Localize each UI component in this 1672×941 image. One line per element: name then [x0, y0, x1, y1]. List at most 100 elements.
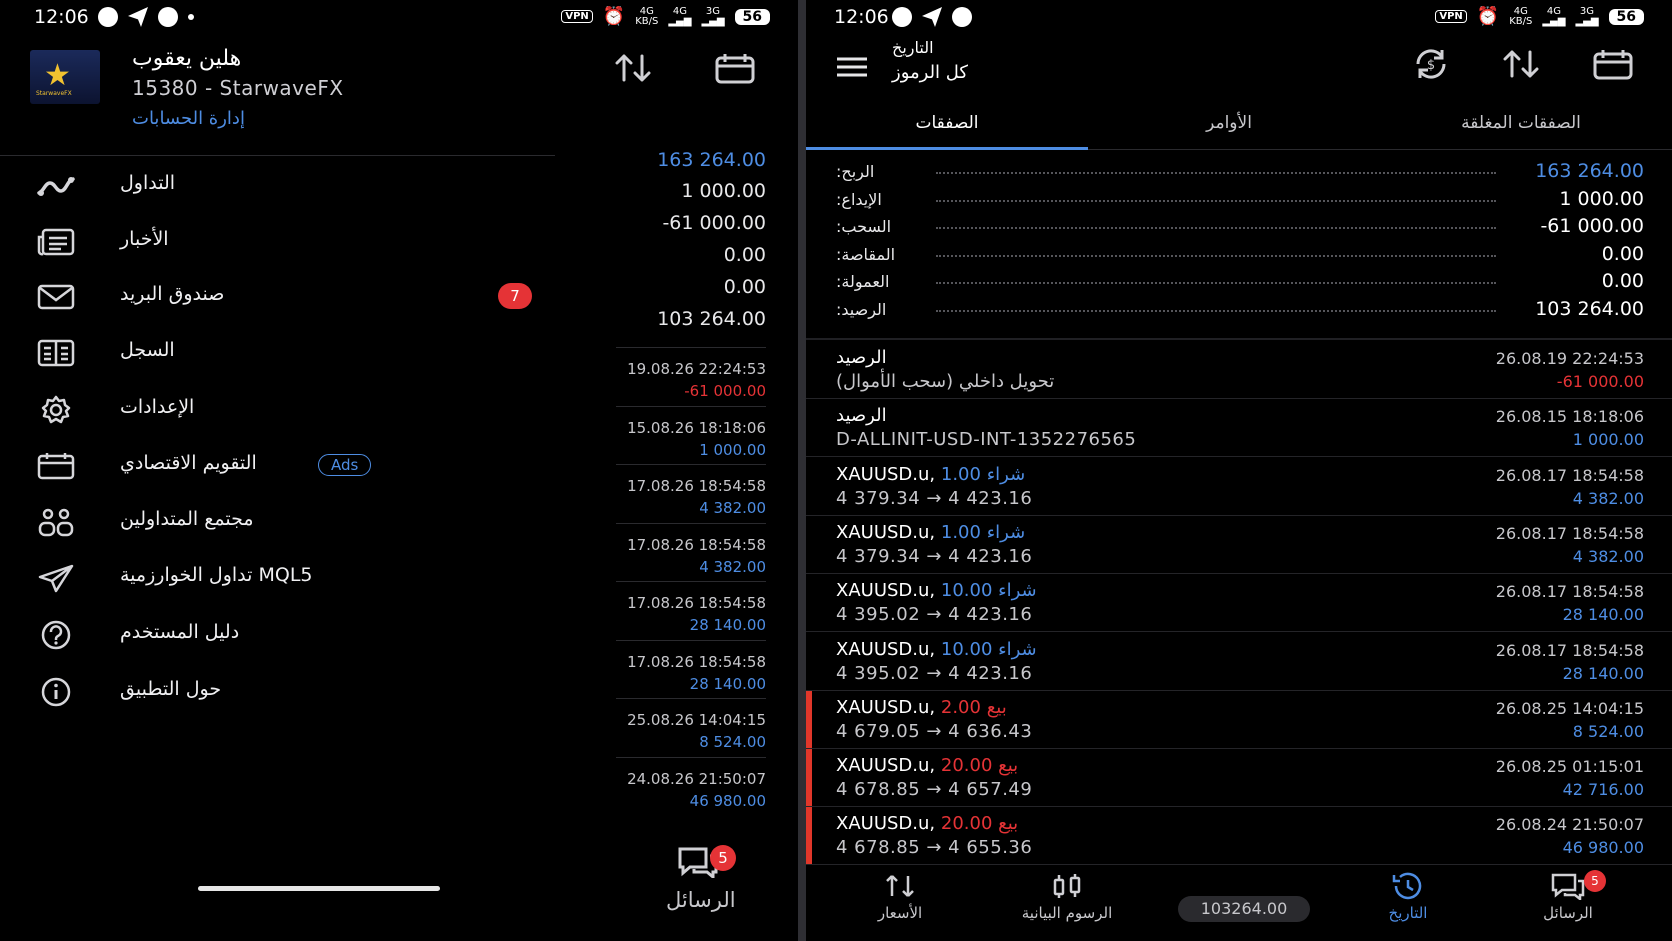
tab-deals[interactable]: الصفقات [806, 113, 1088, 133]
calendar-period-icon[interactable] [714, 50, 756, 86]
sort-icon[interactable] [612, 50, 654, 86]
deal-title: الرصيد [836, 347, 887, 368]
telegram-notification-icon [952, 7, 972, 27]
menu-label: حول التطبيق [120, 678, 222, 700]
hamburger-menu-icon[interactable] [836, 56, 868, 78]
dotted-leader [936, 227, 1496, 229]
trade-deal-row[interactable]: XAUUSD.u, شراء 1.00 4 379.34 → 4 423.16 26… [806, 458, 1672, 516]
balance-deal-row[interactable]: الرصيد D-ALLINIT-USD-INT-1352276565 26.08.… [806, 399, 1672, 458]
status-time: 12:06 [834, 6, 889, 28]
menu-item-journal[interactable]: السجل [0, 327, 555, 379]
deal-row[interactable]: 17.08.26 18:54:58 28 140.00 [616, 639, 766, 698]
deal-row[interactable]: 17.08.26 18:54:58 28 140.00 [616, 581, 766, 639]
deal-detail: 4 379.34 → 4 423.16 [836, 545, 1033, 567]
deal-date: 26.08.17 18:54:58 [1495, 523, 1644, 543]
deal-row[interactable]: 15.08.26 18:18:06 1 000.00 [616, 405, 766, 464]
trade-deal-row[interactable]: XAUUSD.u, بيع 2.00 4 679.05 → 4 636.43 26.… [806, 690, 1672, 749]
deal-date: 26.08.25 01:15:01 [1495, 757, 1644, 777]
menu-item-economic-calendar[interactable]: التقويم الاقتصادي Ads [0, 440, 555, 492]
trade-deal-row[interactable]: XAUUSD.u, شراء 10.00 4 395.02 → 4 423.16 2… [806, 633, 1672, 691]
signal-4g-icon: 4G ▂▄▆ [1542, 5, 1566, 27]
vpn-icon: VPN [1435, 10, 1467, 23]
deal-row[interactable]: 17.08.26 18:54:58 4 382.00 [616, 522, 766, 581]
deal-date: 26.08.24 21:50:07 [1495, 815, 1644, 835]
summary-commission-value: 0.00 [723, 276, 766, 298]
summary-row: :العمولة 0.00 [806, 270, 1672, 298]
deal-amount: 28 140.00 [689, 674, 766, 693]
refresh-currency-icon[interactable]: $ [1410, 46, 1452, 82]
trade-deal-row[interactable]: XAUUSD.u, شراء 1.00 4 379.34 → 4 423.16 26… [806, 516, 1672, 574]
sell-indicator-bar [806, 807, 812, 865]
summary-label: :الرصيد [836, 299, 887, 319]
deal-row[interactable]: 25.08.26 14:04:15 8 524.00 [616, 698, 766, 756]
page-title: التاريخ [892, 38, 934, 57]
dotted-leader [936, 199, 1496, 202]
network-speed: 4G KB/S [1509, 5, 1533, 27]
deal-date: 19.08.26 22:24:53 [627, 360, 766, 378]
chat-bubble-icon [1551, 873, 1585, 900]
deal-amount: 42 716.00 [1562, 780, 1644, 800]
summary-value: 1 000.00 [1559, 187, 1644, 210]
trade-deal-row[interactable]: XAUUSD.u, بيع 20.00 4 678.85 → 4 655.36 26… [806, 807, 1672, 866]
status-bar: 12:06 VPN ⏰ 4G KB/S 4G ▂▄▆ 3G ▂▄▆ 56 [806, 0, 1672, 36]
menu-item-about[interactable]: حول التطبيق [0, 666, 555, 718]
deal-row[interactable]: 17.08.26 18:54:58 4 382.00 [616, 464, 766, 522]
trade-deal-row[interactable]: XAUUSD.u, بيع 20.00 4 678.85 → 4 657.49 26… [806, 749, 1672, 808]
tab-orders[interactable]: الأوامر [1088, 113, 1370, 133]
nav-charts[interactable]: الرسوم البيانية [992, 872, 1142, 922]
notification-icons [892, 7, 972, 27]
nav-history[interactable]: التاريخ [1368, 872, 1448, 922]
summary-row: :الرصيد 103 264.00 [806, 298, 1672, 326]
symbol-filter[interactable]: كل الرموز [892, 62, 968, 83]
deal-date: 26.08.25 14:04:15 [1495, 698, 1644, 718]
home-indicator[interactable] [198, 886, 440, 891]
deal-amount: 4 382.00 [1572, 546, 1644, 566]
deal-detail: 4 379.34 → 4 423.16 [836, 487, 1033, 509]
deal-symbol: XAUUSD.u, [836, 638, 936, 660]
send-notification-icon [922, 7, 942, 27]
deal-symbol: XAUUSD.u, [836, 755, 936, 777]
sort-icon[interactable] [1500, 46, 1542, 82]
summary-label: :العمولة [836, 272, 890, 291]
nav-quotes[interactable]: الأسعار [860, 872, 940, 922]
dotted-leader [936, 309, 1496, 312]
deal-symbol: XAUUSD.u, [836, 813, 936, 835]
summary-value: 0.00 [1601, 242, 1644, 265]
menu-item-traders-community[interactable]: مجتمع المتداولين [0, 496, 555, 548]
history-tabs: الصفقات الأوامر الصفقات المغلقة [806, 105, 1672, 150]
signal-4g-icon: 4G ▂▄▆ [668, 5, 692, 27]
balance-deal-row[interactable]: الرصيد تحويل داخلي (سحب الأموال) 26.08.19 … [806, 341, 1672, 399]
deal-amount: 46 980.00 [689, 791, 766, 810]
deal-amount: -61 000.00 [1556, 372, 1644, 391]
deal-row[interactable]: 19.08.26 22:24:53 -61 000.00 [616, 347, 766, 405]
more-notifications-icon [188, 14, 194, 20]
sell-indicator-bar [806, 749, 812, 807]
account-number-server: 15380 - StarwaveFX [132, 76, 344, 100]
deal-amount: 28 140.00 [689, 616, 766, 634]
menu-item-mailbox[interactable]: صندوق البريد 7 [0, 271, 555, 323]
ads-tag: Ads [318, 454, 372, 476]
balance-pill: 103264.00 [1178, 896, 1310, 922]
battery-icon: 56 [734, 8, 770, 25]
deal-amount: 4 382.00 [1572, 488, 1644, 508]
menu-item-settings[interactable]: الإعدادات [0, 384, 555, 436]
manage-accounts-link[interactable]: إدارة الحسابات [132, 108, 245, 129]
deal-row[interactable]: 24.08.26 21:50:07 46 980.00 [616, 756, 766, 815]
menu-item-mql5-algo-trading[interactable]: تداول الخوارزمية MQL5 [0, 552, 555, 604]
calendar-period-icon[interactable] [1592, 46, 1634, 82]
deal-symbol: XAUUSD.u, [836, 696, 936, 718]
deal-symbol: XAUUSD.u, [836, 521, 936, 543]
menu-item-user-guide[interactable]: دليل المستخدم [0, 609, 555, 661]
app-notification-icon [158, 7, 178, 27]
deal-amount: 4 382.00 [699, 557, 766, 576]
trade-deal-row[interactable]: XAUUSD.u, شراء 10.00 4 395.02 → 4 423.16 2… [806, 574, 1672, 633]
deal-type: شراء [986, 463, 1026, 485]
alarm-icon: ⏰ [1476, 6, 1500, 27]
menu-item-news[interactable]: الأخبار [0, 216, 555, 268]
messages-button[interactable]: 5 الرسائل [660, 840, 760, 920]
deal-amount: 46 980.00 [1562, 838, 1644, 858]
deal-lots: 1.00 [940, 463, 981, 485]
deal-amount: 28 140.00 [1562, 663, 1644, 683]
tab-closed-positions[interactable]: الصفقات المغلقة [1370, 113, 1672, 133]
menu-item-trading[interactable]: التداول [0, 160, 555, 212]
